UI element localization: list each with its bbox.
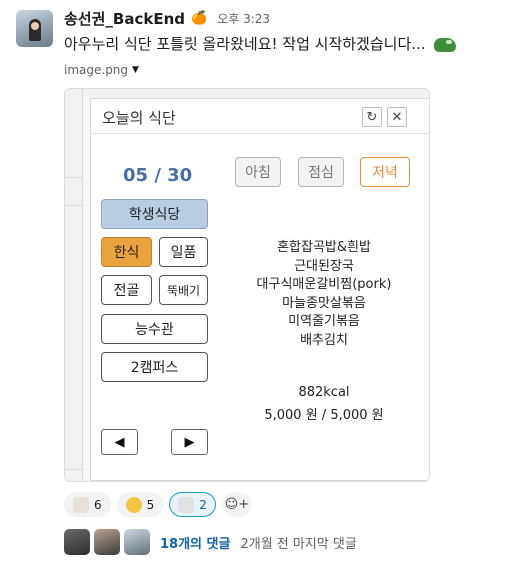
message-body: 아우누리 식단 포틀릿 올라왔네요! 작업 시작하겠습니다... [64,35,426,53]
reaction-count: 6 [94,497,102,512]
place-button-neungsu[interactable]: 능수관 [101,314,208,344]
reaction-bar: 6 5 2 ☺+ [64,492,252,517]
menu-item: 미역줄기볶음 [288,314,360,329]
menu-item: 배추김치 [300,332,348,348]
background-window-edge [65,89,83,481]
close-icon[interactable]: ✕ [387,107,407,127]
category-button-earthen-pot[interactable]: 뚝배기 [159,275,208,305]
refresh-icon[interactable]: ↻ [362,107,382,127]
attachment-header[interactable]: image.png ▼ [64,63,139,77]
reaction-pill[interactable]: 6 [64,492,111,517]
reply-avatar [94,529,120,555]
menu-calories: 882kcal [298,385,350,400]
reply-avatar [64,529,90,555]
menu-price: 5,000 원 / 5,000 원 [264,408,384,423]
frog-emoji-icon [434,37,457,52]
reaction-emoji-1-icon [73,496,89,513]
reaction-pill[interactable]: 5 [116,492,164,517]
reaction-emoji-3-icon [178,496,195,513]
reaction-count: 5 [146,497,155,512]
cafeteria-button[interactable]: 학생식당 [101,199,208,229]
category-button-special[interactable]: 일품 [159,237,208,267]
message-timestamp[interactable]: 오후 3:23 [217,10,270,27]
category-button-hotpot[interactable]: 전골 [101,275,152,305]
menu-item: 혼합잡곡밥&흰밥 [277,240,371,255]
meal-tab-breakfast[interactable]: 아침 [235,157,281,187]
menu-item: 대구식매운갈비찜(pork) [256,277,392,292]
thread-reply-count[interactable]: 18개의 댓글 [160,533,230,552]
portlet-title: 오늘의 식단 [102,109,176,127]
reaction-count: 2 [199,497,207,512]
attachment-image[interactable]: 오늘의 식단 ↻ ✕ 05 / 30 아침 점심 저녁 학생식당 한식 일품 전… [64,88,430,482]
message-header: 송선권_BackEnd 🍊 오후 3:23 [64,8,270,29]
menu-item: 마늘종맛살볶음 [282,295,366,311]
background-window-top [83,89,429,97]
meal-portlet: 오늘의 식단 ↻ ✕ 05 / 30 아침 점심 저녁 학생식당 한식 일품 전… [90,98,429,481]
sender-avatar[interactable] [16,10,53,47]
add-reaction-icon[interactable]: ☺+ [221,492,252,517]
thread-last-reply: 2개월 전 마지막 댓글 [240,536,357,552]
category-button-korean[interactable]: 한식 [101,237,152,267]
sender-name[interactable]: 송선권_BackEnd [64,8,185,29]
meal-tab-lunch[interactable]: 점심 [298,157,344,187]
menu-list: 혼합잡곡밥&흰밥 근대된장국 대구식매운갈비찜(pork) 마늘종맛살볶음 미역… [229,239,419,350]
meal-tab-dinner[interactable]: 저녁 [360,157,410,187]
reaction-emoji-2-icon [125,496,142,513]
avatar-face [31,22,39,30]
reply-avatar [124,529,150,555]
reaction-pill-active[interactable]: 2 [169,492,216,517]
next-day-button[interactable]: ▶ [171,429,208,455]
sender-status-emoji: 🍊 [191,11,208,26]
portlet-titlebar: 오늘의 식단 ↻ ✕ [91,99,429,134]
menu-item: 근대된장국 [294,258,354,274]
place-button-campus2[interactable]: 2캠퍼스 [101,352,208,382]
thread-summary[interactable]: 18개의 댓글 2개월 전 마지막 댓글 [64,529,357,555]
chevron-down-icon[interactable]: ▼ [132,65,139,75]
menu-date: 05 / 30 [123,165,193,186]
prev-day-button[interactable]: ◀ [101,429,138,455]
attachment-filename[interactable]: image.png [64,63,128,77]
message-text: 아우누리 식단 포틀릿 올라왔네요! 작업 시작하겠습니다... [64,33,457,54]
